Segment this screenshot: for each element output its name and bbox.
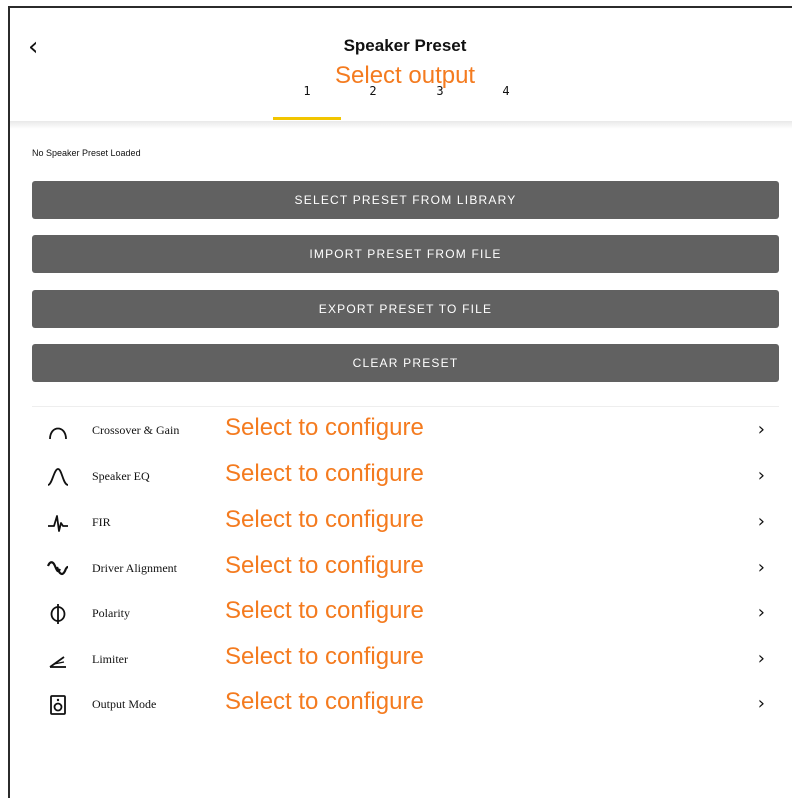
menu-item-polarity[interactable]: Polarity Select to configure ›	[32, 594, 779, 632]
preset-status-text: No Speaker Preset Loaded	[32, 148, 141, 158]
speaker-icon	[46, 693, 70, 717]
menu-item-driver-alignment[interactable]: Driver Alignment Select to configure ›	[32, 549, 779, 587]
menu-item-limiter[interactable]: Limiter Select to configure ›	[32, 640, 779, 678]
menu-item-label: Output Mode	[92, 697, 157, 711]
select-output-annotation: Select output	[335, 62, 476, 89]
header-divider	[10, 121, 792, 129]
chevron-right-icon: ›	[757, 557, 765, 578]
menu-item-speaker-eq[interactable]: Speaker EQ Select to configure ›	[32, 457, 779, 495]
fir-impulse-icon	[46, 511, 70, 535]
clear-preset-button[interactable]: CLEAR PRESET	[32, 344, 779, 382]
menu-item-label: Speaker EQ	[92, 469, 150, 483]
menu-item-fir[interactable]: FIR Select to configure ›	[32, 503, 779, 541]
configure-annotation: Select to configure	[225, 506, 424, 533]
chevron-right-icon: ›	[757, 465, 765, 486]
menu-item-crossover-gain[interactable]: Crossover & Gain Select to configure ›	[32, 411, 779, 449]
configure-annotation: Select to configure	[225, 688, 424, 715]
import-preset-from-file-button[interactable]: IMPORT PRESET FROM FILE	[32, 235, 779, 273]
menu-item-label: FIR	[92, 515, 111, 529]
active-tab-indicator	[273, 117, 341, 120]
eq-curve-icon	[46, 465, 70, 489]
chevron-right-icon: ›	[757, 693, 765, 714]
tab-output-3[interactable]: 3	[428, 84, 452, 98]
tab-output-2[interactable]: 2	[361, 84, 385, 98]
configure-annotation: Select to configure	[225, 643, 424, 670]
menu-item-label: Limiter	[92, 652, 128, 666]
chevron-right-icon: ›	[757, 419, 765, 440]
phi-polarity-icon	[46, 602, 70, 626]
chevron-right-icon: ›	[757, 602, 765, 623]
alignment-wave-icon	[46, 557, 70, 581]
header: ‹ Speaker Preset Select output 1 2 3 4	[10, 8, 792, 129]
app-window: ‹ Speaker Preset Select output 1 2 3 4 N…	[8, 6, 792, 798]
limiter-icon	[46, 648, 70, 672]
menu-item-label: Driver Alignment	[92, 561, 177, 575]
chevron-right-icon: ›	[757, 648, 765, 669]
menu-item-label: Polarity	[92, 606, 130, 620]
menu-item-output-mode[interactable]: Output Mode Select to configure ›	[32, 685, 779, 723]
tab-output-4[interactable]: 4	[494, 84, 518, 98]
tab-output-1[interactable]: 1	[295, 84, 319, 98]
crossover-icon	[46, 419, 70, 443]
configure-annotation: Select to configure	[225, 597, 424, 624]
configure-annotation: Select to configure	[225, 414, 424, 441]
configure-annotation: Select to configure	[225, 460, 424, 487]
select-preset-from-library-button[interactable]: SELECT PRESET FROM LIBRARY	[32, 181, 779, 219]
chevron-right-icon: ›	[757, 511, 765, 532]
configure-annotation: Select to configure	[225, 552, 424, 579]
menu-item-label: Crossover & Gain	[92, 423, 180, 437]
section-divider	[32, 406, 779, 407]
export-preset-to-file-button[interactable]: EXPORT PRESET TO FILE	[32, 290, 779, 328]
page-title: Speaker Preset	[343, 36, 467, 55]
